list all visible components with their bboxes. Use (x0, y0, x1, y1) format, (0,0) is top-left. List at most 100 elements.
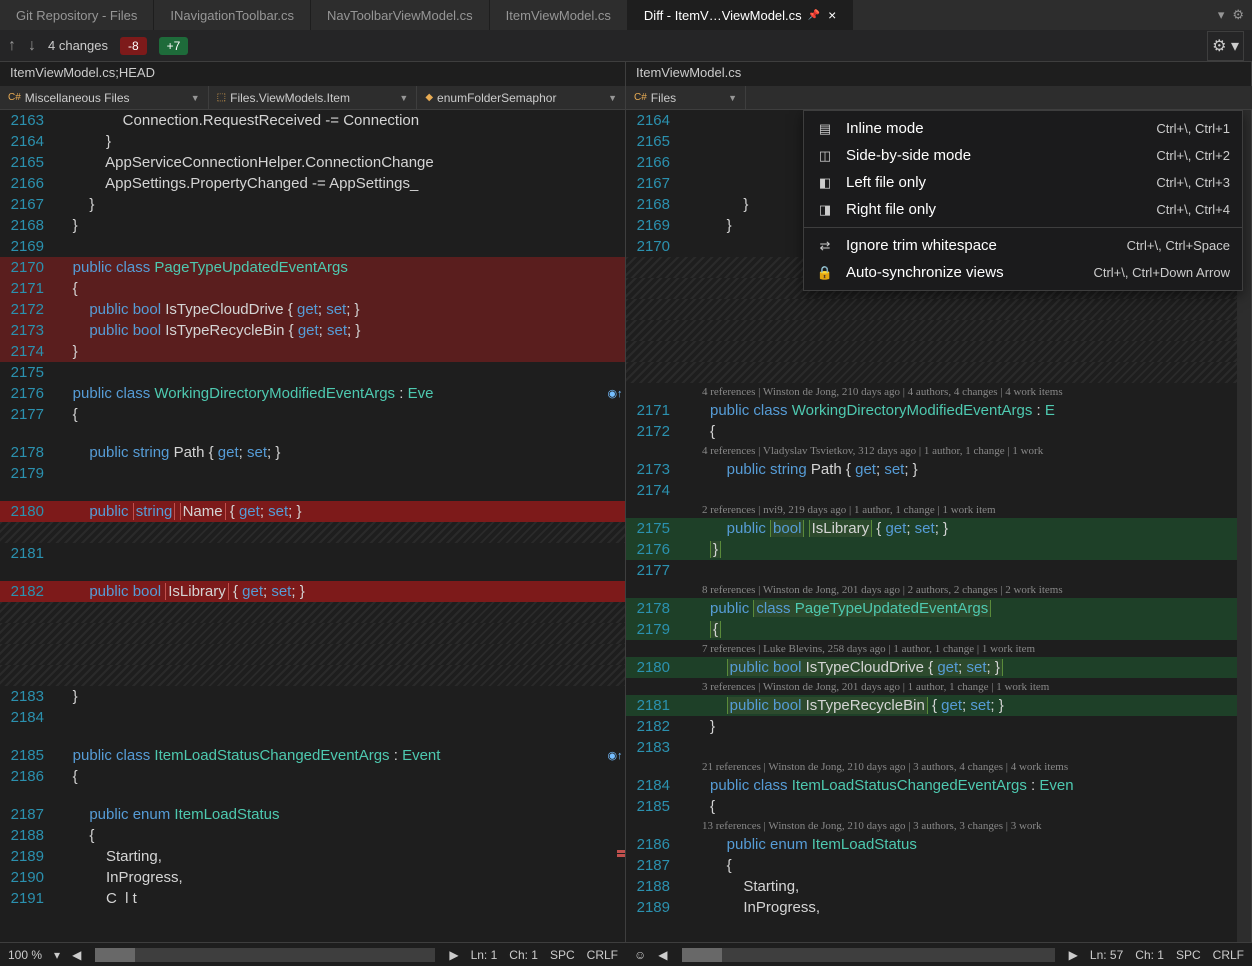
code-line[interactable]: 2172{ (626, 421, 1251, 442)
left-minimap[interactable] (617, 110, 625, 942)
pin-icon[interactable]: 📌 (808, 10, 820, 21)
right-project-dropdown[interactable]: C#Files▼ (626, 86, 746, 109)
code-line[interactable] (626, 362, 1251, 383)
code-line[interactable]: 2181 public bool IsTypeRecycleBin { get;… (626, 695, 1251, 716)
namespace-dropdown[interactable]: ⬚Files.ViewModels.Item▼ (209, 86, 418, 109)
menu-item[interactable]: ◨Right file onlyCtrl+\, Ctrl+4 (804, 196, 1242, 223)
tab-overflow-icon[interactable]: ⚙ (1228, 5, 1248, 25)
codelens[interactable]: 4 references | Winston de Jong, 210 days… (626, 383, 1251, 400)
code-line[interactable]: 2178public class PageTypeUpdatedEventArg… (626, 598, 1251, 619)
code-line[interactable]: 2176 public class WorkingDirectoryModifi… (0, 383, 625, 404)
code-line[interactable]: 2187 public enum ItemLoadStatus (0, 804, 625, 825)
code-line[interactable]: 2178 public string Path { get; set; } (0, 442, 625, 463)
code-line[interactable]: 2167 } (0, 194, 625, 215)
code-line[interactable]: 2180 public bool IsTypeCloudDrive { get;… (626, 657, 1251, 678)
zoom-arrow-icon[interactable]: ▾ (54, 948, 60, 962)
code-line[interactable] (626, 320, 1251, 341)
code-line[interactable] (0, 665, 625, 686)
scroll-left-icon[interactable]: ◀ (658, 948, 667, 962)
code-line[interactable] (626, 341, 1251, 362)
code-line[interactable]: 2183 (626, 737, 1251, 758)
codelens[interactable]: 8 references | Winston de Jong, 201 days… (626, 581, 1251, 598)
menu-item[interactable]: ◧Left file onlyCtrl+\, Ctrl+3 (804, 169, 1242, 196)
code-line[interactable]: 2174 } (0, 341, 625, 362)
document-tab[interactable]: Git Repository - Files (0, 0, 154, 30)
code-line[interactable]: 2184public class ItemLoadStatusChangedEv… (626, 775, 1251, 796)
member-dropdown[interactable]: ◆enumFolderSemaphor▼ (417, 86, 626, 109)
code-line[interactable]: 2186 { (0, 766, 625, 787)
code-line[interactable]: 2188 { (0, 825, 625, 846)
settings-button[interactable]: ⚙ ▾ (1207, 31, 1244, 61)
document-tab[interactable]: INavigationToolbar.cs (154, 0, 311, 30)
code-line[interactable]: 2176} (626, 539, 1251, 560)
code-line[interactable]: 2185 public class ItemLoadStatusChangedE… (0, 745, 625, 766)
menu-item[interactable]: 🔒Auto-synchronize viewsCtrl+\, Ctrl+Down… (804, 259, 1242, 286)
prev-change-button[interactable]: ↑ (8, 37, 16, 55)
close-tab-button[interactable]: × (828, 7, 836, 23)
left-hscrollbar[interactable] (95, 948, 435, 962)
code-line[interactable]: 2174 (626, 480, 1251, 501)
document-tab[interactable]: ItemViewModel.cs (490, 0, 628, 30)
code-line[interactable]: 2179 (0, 463, 625, 484)
tab-overflow-icon[interactable]: ▾ (1214, 5, 1229, 25)
menu-item[interactable]: ⇄Ignore trim whitespaceCtrl+\, Ctrl+Spac… (804, 232, 1242, 259)
codelens[interactable]: 3 references | Winston de Jong, 201 days… (626, 678, 1251, 695)
code-line[interactable]: 2186 public enum ItemLoadStatus (626, 834, 1251, 855)
document-tab[interactable]: Diff - ItemV…ViewModel.cs📌× (628, 0, 853, 30)
code-line[interactable]: 2190 InProgress, (0, 867, 625, 888)
code-line[interactable]: 2170 public class PageTypeUpdatedEventAr… (0, 257, 625, 278)
code-line[interactable]: 2177 { (0, 404, 625, 425)
code-line[interactable]: 2177 (626, 560, 1251, 581)
scroll-right-icon[interactable]: ▶ (1069, 948, 1078, 962)
codelens[interactable]: 13 references | Winston de Jong, 210 day… (626, 817, 1251, 834)
document-tab[interactable]: NavToolbarViewModel.cs (311, 0, 490, 30)
menu-item[interactable]: ▤Inline modeCtrl+\, Ctrl+1 (804, 115, 1242, 142)
next-change-button[interactable]: ↓ (28, 37, 36, 55)
code-line[interactable]: 2163 Connection.RequestReceived -= Conne… (0, 110, 625, 131)
right-editor[interactable]: 21642165216621672168 }2169 }21704 refere… (626, 110, 1252, 942)
project-dropdown[interactable]: C#Miscellaneous Files▼ (0, 86, 209, 109)
scroll-left-icon[interactable]: ◀ (72, 948, 81, 962)
code-line[interactable]: 2182} (626, 716, 1251, 737)
code-line[interactable]: 2188 Starting, (626, 876, 1251, 897)
codelens[interactable]: 7 references | Luke Blevins, 258 days ag… (626, 640, 1251, 657)
code-line[interactable]: 2168 } (0, 215, 625, 236)
code-line[interactable]: 2182 public bool IsLibrary { get; set; } (0, 581, 625, 602)
code-line[interactable]: 2166 AppSettings.PropertyChanged -= AppS… (0, 173, 625, 194)
feedback-icon[interactable]: ☺ (634, 948, 646, 962)
codelens[interactable]: 21 references | Winston de Jong, 210 day… (626, 758, 1251, 775)
code-line[interactable] (626, 299, 1251, 320)
code-line[interactable]: 2175 (0, 362, 625, 383)
code-line[interactable]: 2187 { (626, 855, 1251, 876)
codelens[interactable]: 4 references | Vladyslav Tsvietkov, 312 … (626, 442, 1251, 459)
right-hscrollbar[interactable] (682, 948, 1055, 962)
code-line[interactable] (0, 602, 625, 623)
code-line[interactable]: 2185{ (626, 796, 1251, 817)
code-line[interactable]: 2184 (0, 707, 625, 728)
code-line[interactable]: 2173 public bool IsTypeRecycleBin { get;… (0, 320, 625, 341)
code-line[interactable] (0, 623, 625, 644)
code-line[interactable]: 2165 AppServiceConnectionHelper.Connecti… (0, 152, 625, 173)
code-line[interactable]: 2191 C l t (0, 888, 625, 909)
right-file-header: ItemViewModel.cs (626, 62, 1252, 86)
code-line[interactable]: 2183 } (0, 686, 625, 707)
code-line[interactable]: 2171public class WorkingDirectoryModifie… (626, 400, 1251, 421)
code-line[interactable]: 2173 public string Path { get; set; } (626, 459, 1251, 480)
codelens[interactable]: 2 references | nvi9, 219 days ago | 1 au… (626, 501, 1251, 518)
menu-item[interactable]: ◫Side-by-side modeCtrl+\, Ctrl+2 (804, 142, 1242, 169)
code-line[interactable]: 2172 public bool IsTypeCloudDrive { get;… (0, 299, 625, 320)
code-line[interactable]: 2169 (0, 236, 625, 257)
zoom-level[interactable]: 100 % (8, 948, 42, 962)
code-line[interactable]: 2171 { (0, 278, 625, 299)
code-line[interactable] (0, 522, 625, 543)
scroll-right-icon[interactable]: ▶ (449, 948, 458, 962)
code-line[interactable]: 2175 public bool IsLibrary { get; set; } (626, 518, 1251, 539)
code-line[interactable]: 2180 public string Name { get; set; } (0, 501, 625, 522)
code-line[interactable]: 2189 InProgress, (626, 897, 1251, 918)
left-editor[interactable]: 2163 Connection.RequestReceived -= Conne… (0, 110, 626, 942)
code-line[interactable]: 2189 Starting, (0, 846, 625, 867)
code-line[interactable]: 2181 (0, 543, 625, 564)
code-line[interactable] (0, 644, 625, 665)
code-line[interactable]: 2179{ (626, 619, 1251, 640)
code-line[interactable]: 2164 } (0, 131, 625, 152)
